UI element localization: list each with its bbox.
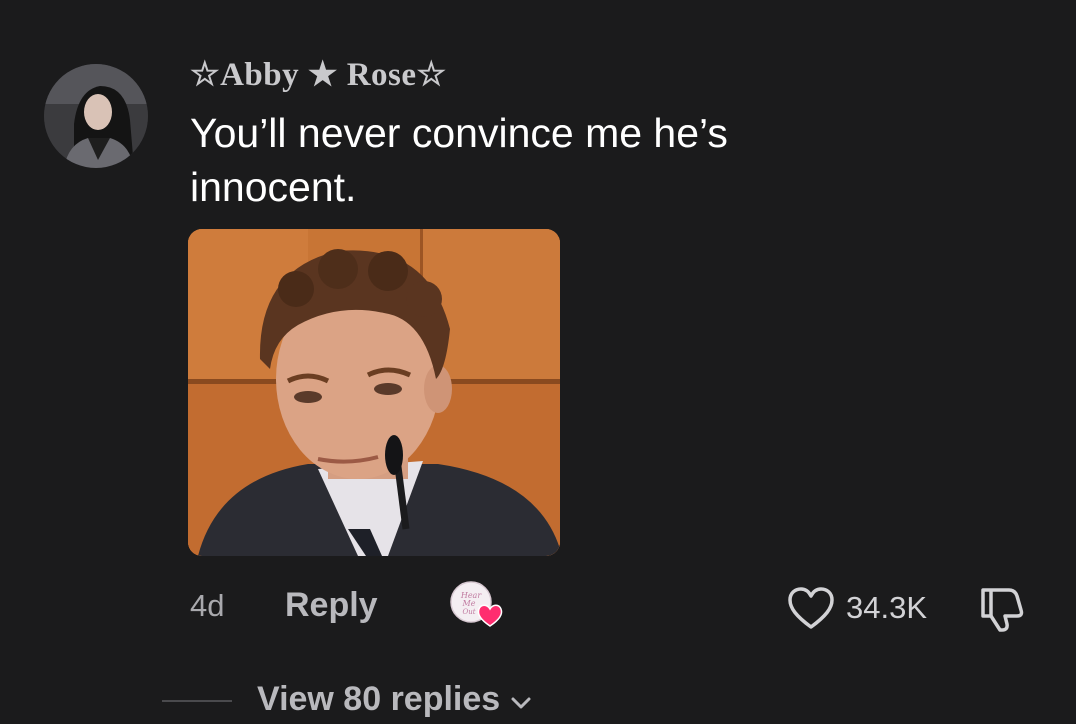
svg-text:Me: Me: [462, 599, 476, 608]
avatar[interactable]: [44, 64, 148, 168]
comment-username[interactable]: ☆Abby ★ Rose☆: [190, 54, 447, 94]
creator-heart-badge-icon: Hear Me Out: [449, 580, 505, 632]
comment-actions-row: 4d Reply Hear Me Out 34.3K: [0, 580, 1076, 636]
thumbs-down-icon[interactable]: [975, 584, 1027, 634]
chevron-down-icon: [511, 697, 531, 708]
reply-button[interactable]: Reply: [285, 586, 378, 625]
heart-outline-icon: [788, 587, 834, 629]
like-button[interactable]: 34.3K: [786, 584, 927, 632]
view-replies-label: View 80 replies: [257, 680, 501, 718]
comment-timestamp: 4d: [190, 588, 225, 623]
like-count: 34.3K: [846, 590, 928, 625]
comment-text: You’ll never convince me he’s innocent.: [190, 110, 728, 210]
replies-row: View 80 replies: [0, 672, 1076, 724]
view-replies-button[interactable]: View 80 replies: [257, 680, 532, 719]
comment-attached-image[interactable]: [188, 229, 560, 556]
divider: [162, 700, 232, 702]
svg-text:Out: Out: [462, 608, 475, 616]
